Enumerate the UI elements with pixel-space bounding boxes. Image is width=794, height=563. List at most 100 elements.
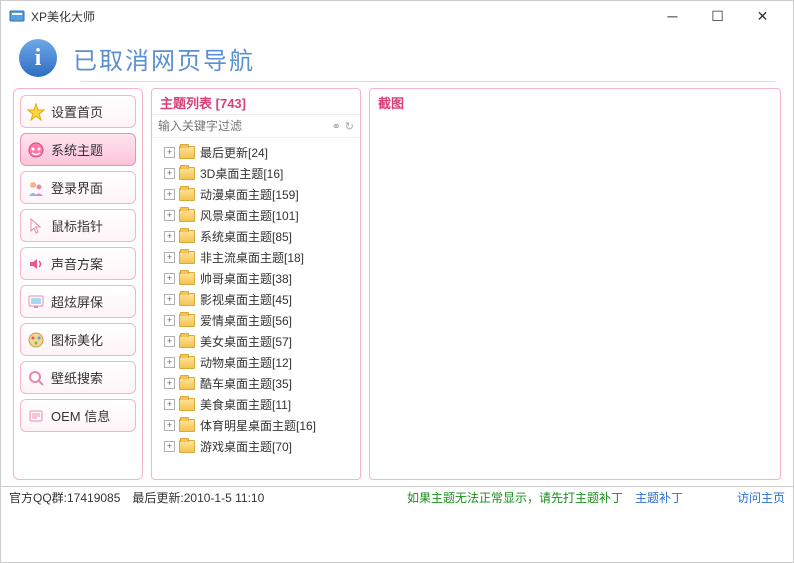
header-divider xyxy=(81,81,775,82)
theme-tree: +最后更新[24]+3D桌面主题[16]+动漫桌面主题[159]+风景桌面主题[… xyxy=(152,138,360,479)
tree-item-label: 动物桌面主题[12] xyxy=(200,354,292,371)
expand-icon[interactable]: + xyxy=(164,420,175,431)
tree-item[interactable]: +3D桌面主题[16] xyxy=(156,163,356,184)
expand-icon[interactable]: + xyxy=(164,294,175,305)
folder-icon xyxy=(179,230,195,243)
sidebar-item-label: 壁纸搜索 xyxy=(51,368,103,387)
titlebar: XP美化大师 ─ ☐ ✕ xyxy=(1,1,793,31)
expand-icon[interactable]: + xyxy=(164,378,175,389)
expand-icon[interactable]: + xyxy=(164,357,175,368)
folder-icon xyxy=(179,419,195,432)
tree-item[interactable]: + 游戏桌面主题[70] xyxy=(156,436,356,457)
sidebar-item-oem[interactable]: OEM 信息 xyxy=(20,399,136,432)
tree-item-label: 帅哥桌面主题[38] xyxy=(200,270,292,287)
status-qq: 官方QQ群:17419085 xyxy=(9,489,120,506)
home-icon xyxy=(27,103,45,121)
sidebar: 设置首页系统主题登录界面鼠标指针声音方案超炫屏保图标美化壁纸搜索 OEM 信息 xyxy=(13,88,143,480)
tree-item-label: 爱情桌面主题[56] xyxy=(200,312,292,329)
statusbar: 官方QQ群:17419085 最后更新:2010-1-5 11:10 如果主题无… xyxy=(1,486,793,508)
sidebar-item-label: 图标美化 xyxy=(51,330,103,349)
expand-icon[interactable]: + xyxy=(164,210,175,221)
tree-item-label: 系统桌面主题[85] xyxy=(200,228,292,245)
homepage-link[interactable]: 访问主页 xyxy=(737,489,785,506)
sound-icon xyxy=(27,255,45,273)
minimize-button[interactable]: ─ xyxy=(650,1,695,31)
status-warning: 如果主题无法正常显示，请先打主题补丁 xyxy=(407,489,623,506)
tree-item-label: 风景桌面主题[101] xyxy=(200,207,299,224)
folder-icon xyxy=(179,209,195,222)
folder-icon xyxy=(179,398,195,411)
status-update: 最后更新:2010-1-5 11:10 xyxy=(132,489,264,506)
tree-item[interactable]: + 动漫桌面主题[159] xyxy=(156,184,356,205)
filter-row: ⚭ ↻ xyxy=(152,114,360,138)
sidebar-item-label: 登录界面 xyxy=(51,178,103,197)
tree-item[interactable]: + 爱情桌面主题[56] xyxy=(156,310,356,331)
link-icon[interactable]: ⚭ xyxy=(332,120,341,133)
sidebar-item-sound[interactable]: 声音方案 xyxy=(20,247,136,280)
expand-icon[interactable]: + xyxy=(164,399,175,410)
tree-item[interactable]: +美食桌面主题[11] xyxy=(156,394,356,415)
expand-icon[interactable]: + xyxy=(164,252,175,263)
sidebar-item-system-theme[interactable]: 系统主题 xyxy=(20,133,136,166)
sidebar-item-screensaver[interactable]: 超炫屏保 xyxy=(20,285,136,318)
theme-title-text: 主题列表 xyxy=(160,96,212,111)
tree-item[interactable]: + 美女桌面主题[57] xyxy=(156,331,356,352)
tree-item[interactable]: + 系统桌面主题[85] xyxy=(156,226,356,247)
screensaver-icon xyxy=(27,293,45,311)
expand-icon[interactable]: + xyxy=(164,147,175,158)
sidebar-item-cursor[interactable]: 鼠标指针 xyxy=(20,209,136,242)
tree-item[interactable]: +酷车桌面主题[35] xyxy=(156,373,356,394)
sidebar-item-icon[interactable]: 图标美化 xyxy=(20,323,136,356)
expand-icon[interactable]: + xyxy=(164,168,175,179)
folder-icon xyxy=(179,356,195,369)
login-screen-icon xyxy=(27,179,45,197)
banner-text: 已取消网页导航 xyxy=(73,41,255,76)
theme-count: [743] xyxy=(216,96,246,111)
sidebar-item-label: 系统主题 xyxy=(51,140,103,159)
expand-icon[interactable]: + xyxy=(164,336,175,347)
folder-icon xyxy=(179,440,195,453)
tree-item-label: 动漫桌面主题[159] xyxy=(200,186,299,203)
cursor-icon xyxy=(27,217,45,235)
tree-item-label: 美女桌面主题[57] xyxy=(200,333,292,350)
tree-item-label: 3D桌面主题[16] xyxy=(200,165,283,182)
tree-item-label: 非主流桌面主题[18] xyxy=(200,249,304,266)
sidebar-item-label: 设置首页 xyxy=(51,102,103,121)
folder-icon xyxy=(179,272,195,285)
sidebar-item-login-screen[interactable]: 登录界面 xyxy=(20,171,136,204)
oem-icon xyxy=(27,407,45,425)
screenshot-panel: 截图 xyxy=(369,88,781,480)
tree-item[interactable]: +影视桌面主题[45] xyxy=(156,289,356,310)
folder-icon xyxy=(179,167,195,180)
expand-icon[interactable]: + xyxy=(164,189,175,200)
folder-icon xyxy=(179,251,195,264)
tree-item[interactable]: + 帅哥桌面主题[38] xyxy=(156,268,356,289)
tree-item[interactable]: + 动物桌面主题[12] xyxy=(156,352,356,373)
info-icon: i xyxy=(19,39,57,77)
expand-icon[interactable]: + xyxy=(164,441,175,452)
refresh-icon[interactable]: ↻ xyxy=(345,120,354,133)
wallpaper-icon xyxy=(27,369,45,387)
sidebar-item-home[interactable]: 设置首页 xyxy=(20,95,136,128)
tree-item[interactable]: +体育明星桌面主题[16] xyxy=(156,415,356,436)
theme-list-title: 主题列表 [743] xyxy=(152,89,360,114)
patch-link[interactable]: 主题补丁 xyxy=(635,489,683,506)
filter-input[interactable] xyxy=(152,119,332,133)
maximize-button[interactable]: ☐ xyxy=(695,1,740,31)
expand-icon[interactable]: + xyxy=(164,315,175,326)
sidebar-item-label: 超炫屏保 xyxy=(51,292,103,311)
folder-icon xyxy=(179,146,195,159)
app-icon xyxy=(9,8,25,24)
sidebar-item-label: OEM 信息 xyxy=(51,406,110,425)
expand-icon[interactable]: + xyxy=(164,273,175,284)
tree-item[interactable]: + 风景桌面主题[101] xyxy=(156,205,356,226)
header: i 已取消网页导航 xyxy=(1,31,793,81)
tree-item[interactable]: +最后更新[24] xyxy=(156,142,356,163)
close-button[interactable]: ✕ xyxy=(740,1,785,31)
folder-icon xyxy=(179,314,195,327)
tree-item[interactable]: + 非主流桌面主题[18] xyxy=(156,247,356,268)
tree-item-label: 游戏桌面主题[70] xyxy=(200,438,292,455)
folder-icon xyxy=(179,188,195,201)
expand-icon[interactable]: + xyxy=(164,231,175,242)
sidebar-item-wallpaper[interactable]: 壁纸搜索 xyxy=(20,361,136,394)
